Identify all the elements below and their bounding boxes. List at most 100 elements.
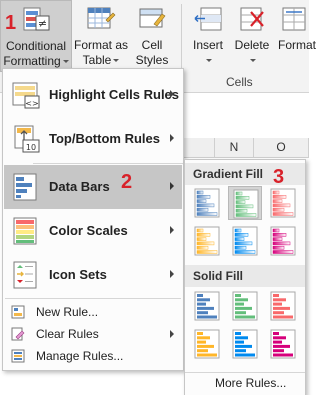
dropdown-caret-icon <box>62 60 69 64</box>
solid-data-bar-option[interactable] <box>266 327 300 361</box>
menu-label: Manage Rules... <box>36 349 124 363</box>
cell-styles-icon <box>139 8 166 28</box>
insert-button[interactable]: Insert <box>186 0 230 72</box>
gradient-fill-heading: Gradient Fill <box>185 163 305 185</box>
solid-data-bar-option[interactable] <box>266 289 300 323</box>
data-bar-sample <box>197 306 214 310</box>
data-bar-sample <box>273 298 286 302</box>
format-as-table-label: Format as <box>73 38 128 52</box>
data-bar-sample <box>272 207 285 212</box>
delete-button[interactable]: Delete <box>232 0 272 72</box>
menu-label: Top/Bottom Rules <box>49 131 160 146</box>
data-bar-sample <box>272 237 283 241</box>
menu-separator <box>5 298 181 299</box>
data-bar-sample <box>235 208 248 213</box>
solid-data-bar-option[interactable] <box>228 327 262 361</box>
menu-item-highlight-cells-rules[interactable]: <> Highlight Cells Rules <box>4 73 182 117</box>
solid-data-bar-option[interactable] <box>190 289 224 323</box>
menu-label: Color Scales <box>49 223 128 238</box>
data-bar-sample <box>235 306 252 310</box>
data-bar-sample <box>273 306 290 310</box>
data-bar-swatch-icon <box>232 226 258 256</box>
data-bar-sample <box>196 228 204 233</box>
data-bar-sample <box>196 237 207 241</box>
top-bottom-icon: 10 <box>14 125 40 153</box>
format-as-table-icon <box>87 7 116 29</box>
dropdown-caret-icon <box>250 59 256 63</box>
cells-group-label: Cells <box>226 75 253 89</box>
data-bar-sample <box>197 332 203 335</box>
cell-styles-label: Cell <box>141 38 163 52</box>
menu-item-top-bottom-rules[interactable]: 10 Top/Bottom Rules <box>4 117 182 161</box>
delete-label: Delete <box>234 38 270 52</box>
chevron-right-icon <box>170 134 174 142</box>
data-bar-sample <box>235 340 244 344</box>
data-bar-swatch-icon <box>233 189 259 219</box>
delete-cells-icon <box>240 7 264 31</box>
svg-text:10: 10 <box>26 143 36 152</box>
step-marker-1: 1 <box>5 12 17 34</box>
data-bar-sample <box>235 200 246 204</box>
data-bar-sample <box>197 344 214 348</box>
data-bar-sample <box>196 241 215 246</box>
menu-item-clear-rules[interactable]: Clear Rules <box>4 323 182 345</box>
menu-item-data-bars[interactable]: Data Bars <box>4 165 182 209</box>
column-header-n[interactable]: N <box>214 138 254 158</box>
chevron-right-icon <box>170 330 174 338</box>
data-bar-swatch-icon <box>270 188 296 218</box>
highlight-cells-icon: <> <box>12 82 40 109</box>
data-bar-swatch-icon <box>270 226 296 256</box>
data-bar-sample <box>197 349 208 353</box>
menu-label: Clear Rules <box>36 327 99 341</box>
new-rule-icon <box>11 305 25 319</box>
data-bars-icon <box>13 173 37 201</box>
gradient-data-bar-option[interactable] <box>190 186 224 220</box>
data-bar-sample <box>273 332 279 335</box>
data-bar-sample <box>234 228 242 233</box>
menu-item-color-scales[interactable]: Color Scales <box>4 209 182 253</box>
data-bar-sample <box>234 241 253 246</box>
solid-data-bar-option[interactable] <box>228 289 262 323</box>
gradient-data-bar-option[interactable] <box>266 224 300 258</box>
solid-data-bar-option[interactable] <box>190 327 224 361</box>
data-bar-sample <box>234 250 256 254</box>
data-bar-sample <box>272 241 291 246</box>
format-cells-icon <box>282 7 306 31</box>
data-bar-sample <box>196 203 215 208</box>
insert-caret <box>186 53 230 67</box>
menu-item-icon-sets[interactable]: Icon Sets <box>4 253 182 297</box>
data-bars-submenu: Gradient Fill Solid Fill More Rules... <box>184 159 306 395</box>
format-button[interactable]: Format <box>274 0 316 72</box>
data-bar-sample <box>235 344 252 348</box>
format-as-table-button[interactable]: Format as Table <box>72 0 130 72</box>
conditional-formatting-button[interactable]: ≠ Conditional Formatting <box>0 0 72 72</box>
format-as-table-label-2: Table <box>72 53 130 67</box>
data-bar-swatch-icon <box>194 329 220 359</box>
menu-item-new-rule[interactable]: New Rule... <box>4 301 182 323</box>
chevron-right-icon <box>170 182 174 190</box>
step-marker-2: 2 <box>121 171 133 193</box>
column-header-o[interactable]: O <box>254 138 309 158</box>
data-bar-sample <box>197 294 203 297</box>
more-rules-link[interactable]: More Rules... <box>215 376 286 390</box>
data-bar-swatch-icon <box>270 329 296 359</box>
data-bar-sample <box>273 344 290 348</box>
menu-label: Data Bars <box>49 179 110 194</box>
data-bar-sample <box>197 353 217 357</box>
data-bar-sample <box>273 336 286 340</box>
gradient-data-bar-option[interactable] <box>228 186 262 220</box>
insert-label: Insert <box>192 38 223 52</box>
conditional-formatting-label: Conditional <box>5 39 67 53</box>
gradient-data-bar-option[interactable] <box>228 224 262 258</box>
data-bar-sample <box>197 340 206 344</box>
gradient-data-bar-option[interactable] <box>190 224 224 258</box>
menu-item-manage-rules[interactable]: Manage Rules... <box>4 345 182 367</box>
cell-styles-button[interactable]: Cell Styles <box>132 0 172 77</box>
menu-label: New Rule... <box>36 305 99 319</box>
gradient-data-bar-option[interactable] <box>266 186 300 220</box>
solid-fill-heading: Solid Fill <box>185 265 305 287</box>
submenu-separator <box>185 372 305 373</box>
data-bar-sample <box>272 195 287 199</box>
data-bar-sample <box>272 212 294 216</box>
data-bar-sample <box>196 190 204 195</box>
